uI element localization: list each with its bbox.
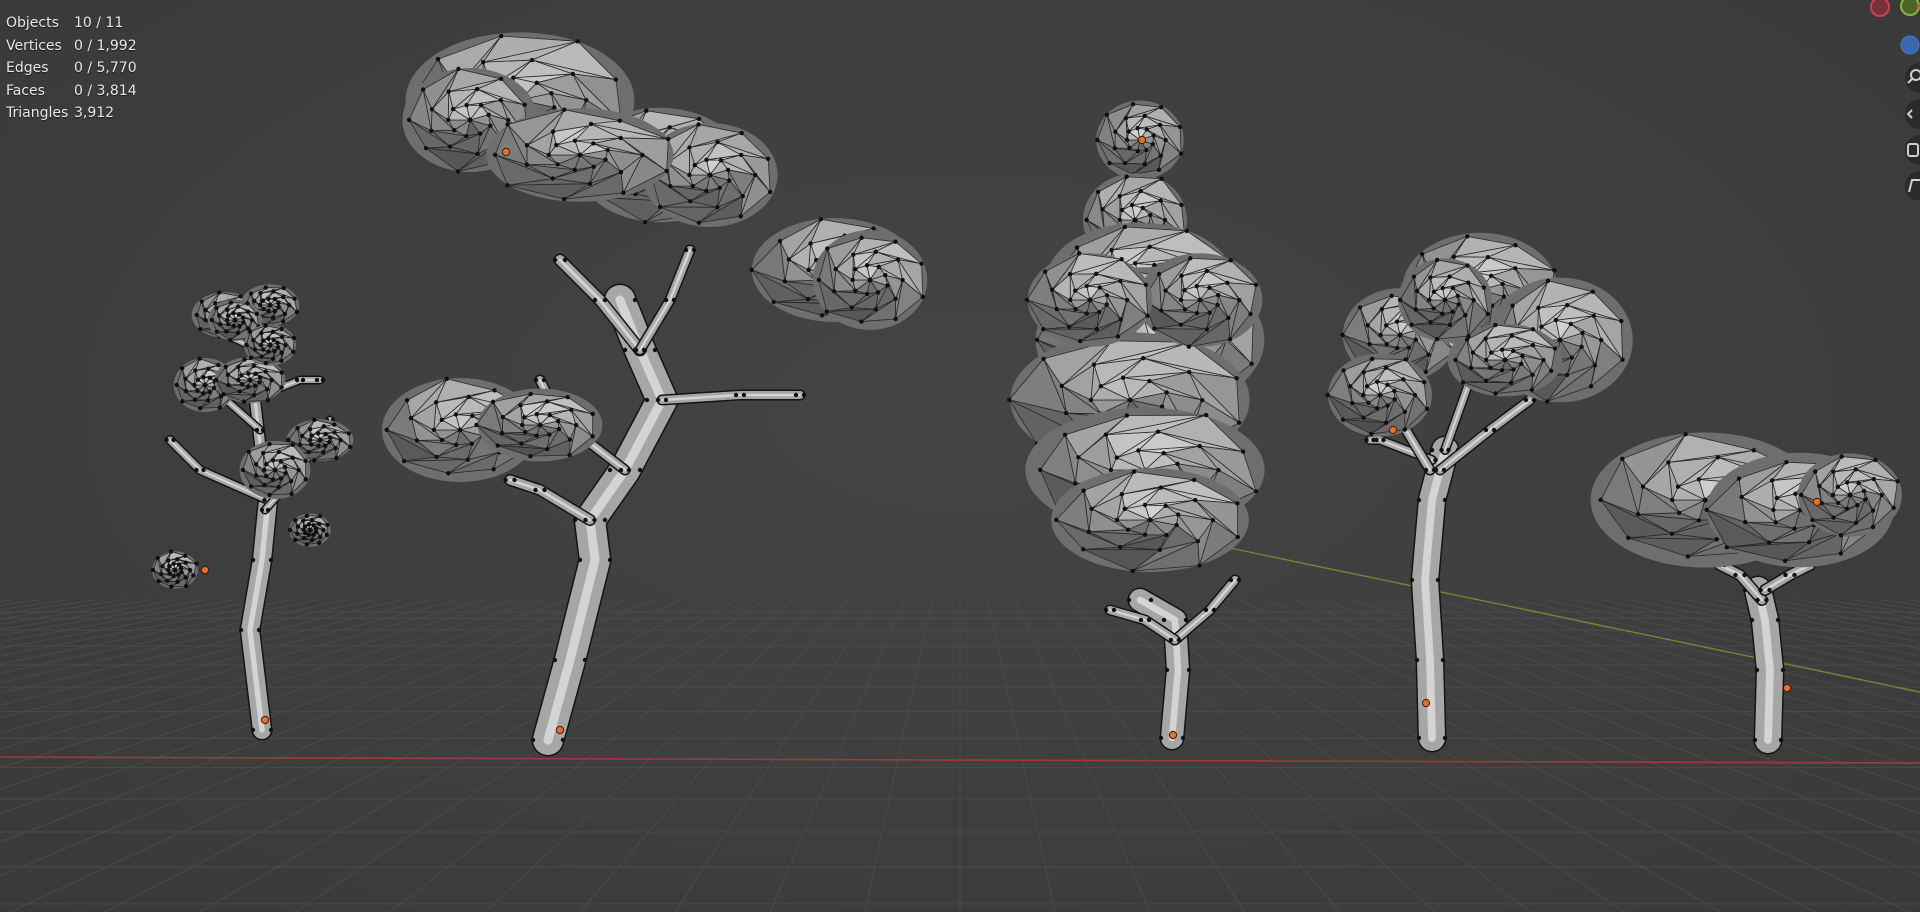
tree-mesh-3[interactable] xyxy=(1006,100,1265,751)
stat-value: 0 / 3,814 xyxy=(74,82,137,99)
y-axis-line xyxy=(1229,547,1920,693)
x-axis-handle[interactable] xyxy=(1870,0,1890,17)
object-origin-point xyxy=(1137,135,1147,145)
object-origin-point xyxy=(1388,425,1398,435)
object-origin-point xyxy=(260,715,270,725)
camera-icon[interactable] xyxy=(1905,135,1920,165)
z-axis-handle[interactable] xyxy=(1900,35,1920,55)
tree-mesh-5[interactable] xyxy=(1590,432,1902,755)
navigation-gizmo[interactable] xyxy=(1850,0,1920,200)
object-origin-point xyxy=(555,725,565,735)
statistics-overlay: Objects 10 / 11 Vertices 0 / 1,992 Edges 0 … xyxy=(6,12,137,125)
stat-label: Edges xyxy=(6,60,49,76)
stat-faces: Faces 0 / 3,814 xyxy=(6,80,137,103)
zoom-icon[interactable] xyxy=(1905,63,1920,93)
stat-label: Faces xyxy=(6,82,45,99)
object-origin-point xyxy=(501,147,511,157)
3d-viewport[interactable]: Objects 10 / 11 Vertices 0 / 1,992 Edges 0 … xyxy=(0,0,1920,912)
object-origin-point xyxy=(1812,497,1822,507)
stat-label: Vertices xyxy=(6,37,62,54)
stat-objects: Objects 10 / 11 xyxy=(6,12,137,35)
stat-vertices: Vertices 0 / 1,992 xyxy=(6,35,137,58)
perspective-icon[interactable] xyxy=(1905,171,1920,200)
object-origin-point xyxy=(1421,698,1431,708)
tree-mesh-2[interactable] xyxy=(382,32,928,757)
stat-value: 10 / 11 xyxy=(74,15,124,31)
y-axis-handle[interactable] xyxy=(1900,0,1920,16)
stat-value: 0 / 1,992 xyxy=(74,37,137,54)
scene-canvas[interactable] xyxy=(0,0,1920,912)
object-origin-point xyxy=(1782,683,1792,693)
object-origin-point xyxy=(200,565,210,575)
stat-value: 3,912 xyxy=(74,105,115,121)
floor-grid xyxy=(0,599,1920,912)
hand-pan-icon[interactable] xyxy=(1905,99,1920,129)
object-origin-point xyxy=(1168,730,1178,740)
stat-value: 0 / 5,770 xyxy=(74,60,137,76)
stat-edges: Edges 0 / 5,770 xyxy=(6,57,137,80)
stat-triangles: Triangles 3,912 xyxy=(6,102,137,125)
stat-label: Triangles xyxy=(6,105,69,121)
stat-label: Objects xyxy=(6,15,59,31)
